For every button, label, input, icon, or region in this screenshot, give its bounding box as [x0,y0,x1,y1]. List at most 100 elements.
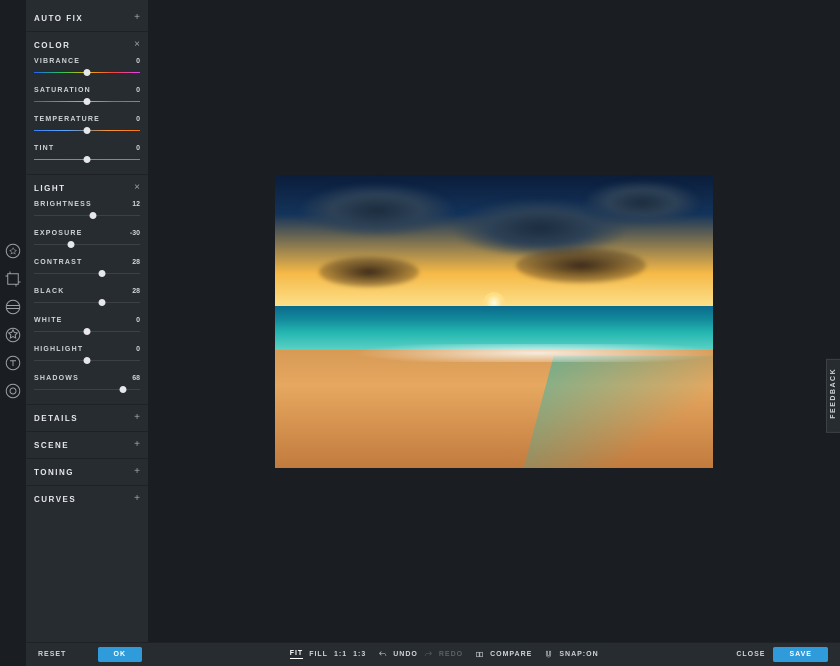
param-value: 0 [136,87,140,94]
param-value: 28 [132,288,140,295]
slider-white[interactable] [34,329,140,335]
param-label: BRIGHTNESS [34,201,92,208]
slider-track [34,273,140,274]
slider-handle[interactable] [84,156,91,163]
section-title: LIGHT [34,184,66,193]
slider-handle[interactable] [68,241,75,248]
param-value: -30 [130,230,140,237]
fit-button[interactable]: FIT [290,650,304,659]
slider-handle[interactable] [98,299,105,306]
section-details[interactable]: DETAILS + [26,408,148,428]
section-auto-fix[interactable]: AUTO FIX + [26,8,148,28]
param-temperature: TEMPERATURE0 [26,113,148,142]
reset-button[interactable]: RESET [32,648,72,661]
slider-handle[interactable] [90,212,97,219]
slider-vibrance[interactable] [34,70,140,76]
slider-handle[interactable] [84,357,91,364]
section-title: DETAILS [34,414,78,423]
ok-button[interactable]: OK [98,647,143,662]
divider [26,485,148,486]
image-preview [275,175,713,468]
param-value: 0 [136,346,140,353]
section-title: AUTO FIX [34,14,83,23]
canvas-area[interactable] [148,0,840,642]
save-button[interactable]: SAVE [773,647,828,662]
param-brightness: BRIGHTNESS 12 [26,198,148,227]
effects-icon[interactable] [4,326,22,344]
adjust-icon[interactable] [4,298,22,316]
slider-handle[interactable] [84,69,91,76]
fill-button[interactable]: FILL [309,651,328,658]
slider-track [34,244,140,245]
divider [26,31,148,32]
divider [26,404,148,405]
text-icon[interactable] [4,354,22,372]
slider-exposure[interactable] [34,242,140,248]
compare-group: COMPARE [475,650,532,659]
undo-button[interactable]: UNDO [393,651,418,658]
slider-saturation[interactable] [34,99,140,105]
close-button[interactable]: CLOSE [736,651,765,658]
redo-icon [424,650,433,659]
collapse-icon: × [134,183,140,193]
param-label: VIBRANCE [34,58,80,65]
ratio-1-3-button[interactable]: 1:3 [353,651,366,658]
slider-handle[interactable] [84,98,91,105]
snap-group: SNAP:ON [544,650,598,659]
param-label: TINT [34,145,54,152]
snap-icon [544,650,553,659]
section-title: TONING [34,468,74,477]
param-label: EXPOSURE [34,230,83,237]
slider-highlight[interactable] [34,358,140,364]
slider-handle[interactable] [98,270,105,277]
param-black: BLACK28 [26,285,148,314]
section-color[interactable]: COLOR × [26,35,148,55]
redo-button[interactable]: REDO [439,651,463,658]
slider-track [34,302,140,303]
param-value: 0 [136,116,140,123]
section-curves[interactable]: CURVES + [26,489,148,509]
slider-handle[interactable] [120,386,127,393]
expand-icon: + [134,494,140,504]
slider-black[interactable] [34,300,140,306]
ratio-1-1-button[interactable]: 1:1 [334,651,347,658]
param-value: 28 [132,259,140,266]
feedback-tab[interactable]: FEEDBACK [826,359,840,433]
slider-brightness[interactable] [34,213,140,219]
param-value: 12 [132,201,140,208]
slider-contrast[interactable] [34,271,140,277]
history-group: UNDO REDO [378,650,463,659]
draw-icon[interactable] [4,382,22,400]
sidebar-footer: RESET OK [26,642,148,666]
param-value: 0 [136,145,140,152]
compare-button[interactable]: COMPARE [490,651,532,658]
section-scene[interactable]: SCENE + [26,435,148,455]
feedback-label: FEEDBACK [830,368,837,419]
param-label: SHADOWS [34,375,79,382]
slider-shadows[interactable] [34,387,140,393]
param-label: SATURATION [34,87,91,94]
snap-button[interactable]: SNAP:ON [559,651,598,658]
param-shadows: SHADOWS 68 [26,372,148,401]
expand-icon: + [134,413,140,423]
section-title: SCENE [34,441,69,450]
light-params: BRIGHTNESS 12 EXPOSURE -30 CONTRAST28BLACK28… [26,198,148,401]
section-title: COLOR [34,41,70,50]
expand-icon: + [134,440,140,450]
slider-tint[interactable] [34,157,140,163]
slider-temperature[interactable] [34,128,140,134]
param-value: 0 [136,317,140,324]
param-contrast: CONTRAST28 [26,256,148,285]
section-toning[interactable]: TONING + [26,462,148,482]
slider-handle[interactable] [84,127,91,134]
crop-icon[interactable] [4,270,22,288]
param-value: 68 [132,375,140,382]
slider-handle[interactable] [84,328,91,335]
expand-icon: + [134,467,140,477]
param-exposure: EXPOSURE -30 [26,227,148,256]
param-saturation: SATURATION 0 [26,84,148,113]
param-label: HIGHLIGHT [34,346,83,353]
tool-1-icon[interactable] [4,242,22,260]
section-light[interactable]: LIGHT × [26,178,148,198]
zoom-group: FIT FILL 1:1 1:3 [290,650,367,659]
